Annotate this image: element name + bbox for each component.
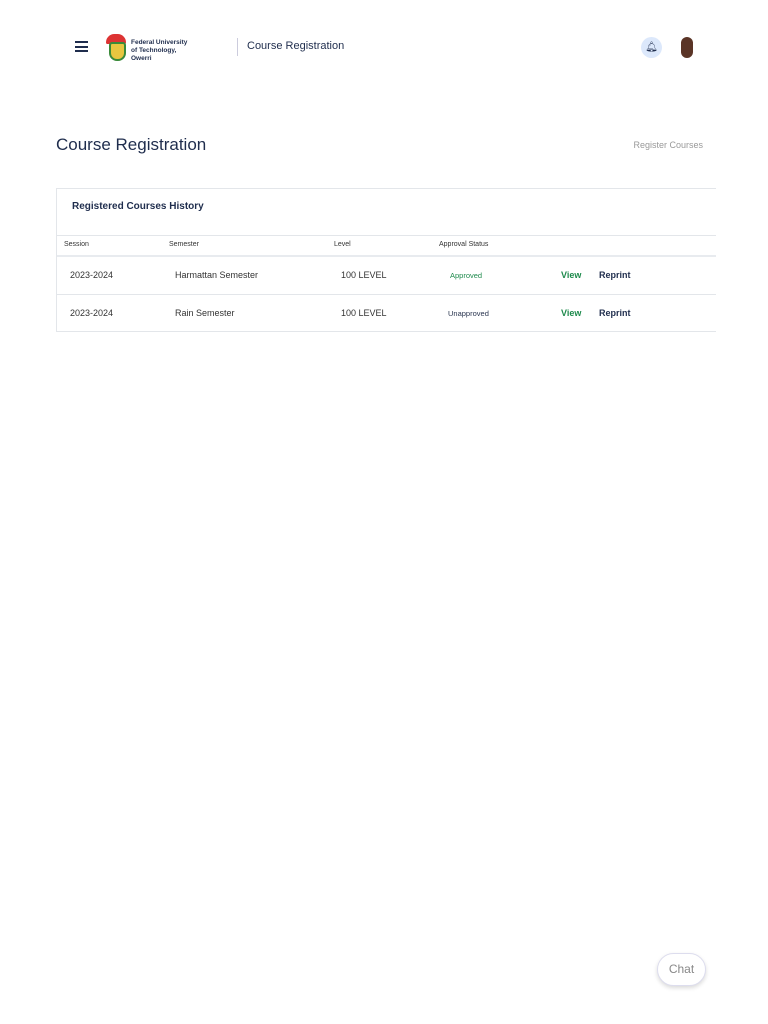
chat-button[interactable]: Chat (657, 953, 706, 986)
page-title: Course Registration (56, 135, 207, 154)
card-title: Registered Courses History (72, 201, 204, 212)
university-logo[interactable] (104, 34, 130, 62)
semester-cell: Harmattan Semester (175, 270, 259, 280)
notification-bell-icon[interactable]: 🔔︎ (641, 37, 662, 58)
semester-cell: Rain Semester (175, 308, 235, 318)
table-row: 2023-2024 Harmattan Semester 100 LEVEL A… (57, 257, 716, 295)
reprint-button[interactable]: Reprint (599, 270, 631, 280)
top-header: Federal University of Technology, Owerri… (0, 30, 768, 64)
level-cell: 100 LEVEL (341, 270, 387, 280)
register-courses-link[interactable]: Register Courses (633, 140, 703, 150)
status-badge: Approved (450, 271, 483, 280)
logo-text: Federal University of Technology, Owerri (131, 39, 188, 62)
header-title: Course Registration (247, 40, 345, 52)
column-approval-status: Approval Status (439, 241, 489, 248)
table-header: Session Semester Level Approval Status (57, 235, 716, 257)
header-divider (237, 38, 238, 56)
reprint-button[interactable]: Reprint (599, 308, 631, 318)
session-cell: 2023-2024 (70, 270, 114, 280)
column-semester: Semester (169, 241, 199, 248)
session-cell: 2023-2024 (70, 308, 114, 318)
hamburger-menu-icon[interactable] (75, 41, 88, 55)
status-badge: Unapproved (448, 309, 489, 318)
column-level: Level (334, 241, 351, 248)
view-button[interactable]: View (561, 270, 581, 280)
registered-courses-card: Registered Courses History Session Semes… (56, 188, 716, 332)
level-cell: 100 LEVEL (341, 308, 387, 318)
user-avatar[interactable] (681, 37, 693, 58)
column-session: Session (64, 241, 89, 248)
table-row: 2023-2024 Rain Semester 100 LEVEL Unappr… (57, 295, 716, 333)
view-button[interactable]: View (561, 308, 581, 318)
